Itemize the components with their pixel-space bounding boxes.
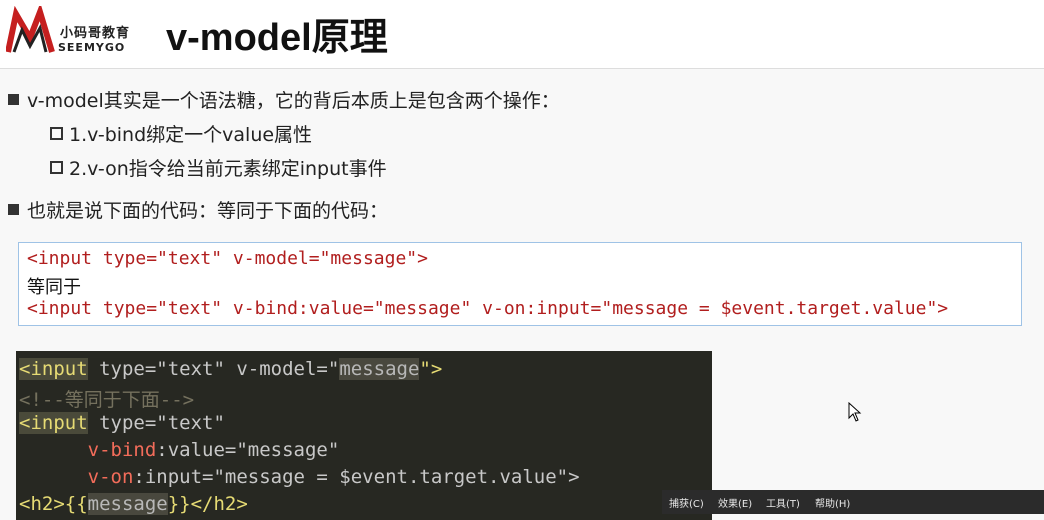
logo-english-text: SEEMYGO [58, 41, 126, 54]
bullet-item: 也就是说下面的代码：等同于下面的代码： [8, 196, 388, 223]
code-token: type="text" [87, 412, 225, 434]
code-token: <h2>{{ [19, 493, 88, 515]
editor-line: <input type="text" [19, 412, 225, 434]
code-token: }}</h2> [167, 493, 248, 515]
code-directive: v-on [87, 466, 134, 488]
sub-bullet-item: 2.v-on指令给当前元素绑定input事件 [50, 154, 387, 181]
code-token: :input="message = $event.target.value"> [133, 466, 580, 488]
hollow-square-bullet-icon [50, 127, 63, 140]
page-title: v-model原理 [166, 17, 388, 59]
logo-chinese-text: 小码哥教育 [60, 26, 131, 41]
editor-line: v-on:input="message = $event.target.valu… [19, 466, 580, 488]
code-block-light: <input type="text" v-model="message"> 等同… [18, 242, 1022, 326]
hollow-square-bullet-icon [50, 161, 63, 174]
code-token: <input [19, 358, 88, 380]
seemygo-logo: 小码哥教育 SEEMYGO [6, 6, 146, 62]
code-token: "> [419, 358, 443, 380]
editor-line: v-bind:value="message" [19, 439, 340, 461]
code-token-highlighted: message [87, 493, 168, 515]
filled-square-bullet-icon [8, 94, 19, 105]
code-line: <input type="text" v-model="message"> [27, 248, 428, 269]
editor-line: <input type="text" v-model="message"> [19, 358, 442, 380]
bullet-text: v-model其实是一个语法糖，它的背后本质上是包含两个操作： [27, 90, 560, 112]
filled-square-bullet-icon [8, 204, 19, 215]
bullet-text: 也就是说下面的代码：等同于下面的代码： [27, 200, 389, 222]
bullet-item: v-model其实是一个语法糖，它的背后本质上是包含两个操作： [8, 86, 560, 113]
menu-tools[interactable]: 工具(T) [766, 495, 800, 510]
code-editor-dark: <input type="text" v-model="message"> <!… [16, 351, 712, 520]
code-directive: v-bind [87, 439, 157, 461]
code-token: :value="message" [156, 439, 340, 461]
sub-bullet-text: 1.v-bind绑定一个value属性 [69, 124, 313, 146]
menu-effects[interactable]: 效果(E) [718, 495, 752, 510]
slide-header: 小码哥教育 SEEMYGO v-model原理 [0, 0, 1044, 68]
capture-tool-menubar: 捕获(C) 效果(E) 工具(T) 帮助(H) [662, 490, 1044, 514]
editor-line: <h2>{{message}}</h2> [19, 493, 248, 515]
menu-capture[interactable]: 捕获(C) [669, 495, 704, 510]
menu-help[interactable]: 帮助(H) [815, 495, 850, 510]
code-token: type="text" v-model=" [87, 358, 340, 380]
code-line: <input type="text" v-bind:value="message… [27, 298, 949, 319]
editor-line: <!--等同于下面--> [19, 385, 194, 412]
code-token-highlighted: message [339, 358, 420, 380]
sub-bullet-text: 2.v-on指令给当前元素绑定input事件 [69, 158, 387, 180]
header-divider [0, 68, 1044, 69]
logo-mark-icon [6, 6, 55, 53]
code-token: <input [19, 412, 88, 434]
sub-bullet-item: 1.v-bind绑定一个value属性 [50, 120, 312, 147]
code-line: 等同于 [27, 277, 81, 298]
code-comment: <!--等同于下面--> [19, 389, 195, 411]
slide: 小码哥教育 SEEMYGO v-model原理 v-model其实是一个语法糖，… [0, 0, 1044, 520]
mouse-pointer-icon [848, 402, 862, 422]
